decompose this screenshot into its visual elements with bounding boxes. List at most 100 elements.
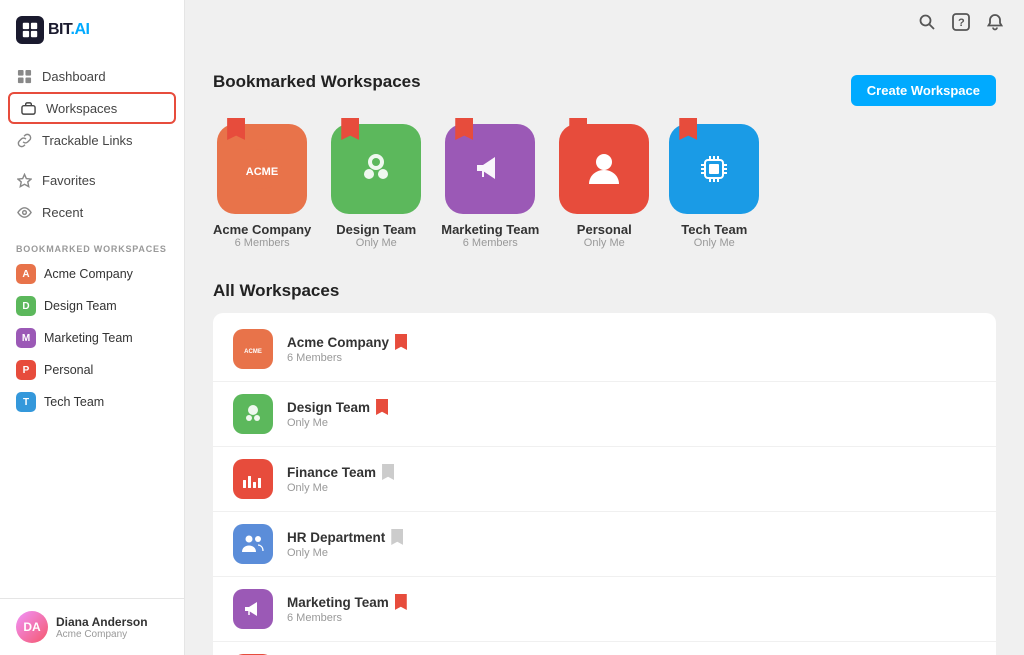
workspace-list-item[interactable]: HR Department Only Me	[213, 512, 996, 577]
workspace-list-item[interactable]: Personal Only Me	[213, 642, 996, 655]
bookmarked-title: Bookmarked Workspaces	[213, 72, 421, 92]
sidebar-workspace-name: Marketing Team	[44, 331, 133, 345]
workspace-list-sub: 6 Members	[287, 352, 976, 364]
workspace-list-item[interactable]: Finance Team Only Me	[213, 447, 996, 512]
bookmark-icon	[679, 118, 697, 140]
sidebar-bookmarks-list: A Acme Company D Design Team M Marketing…	[0, 258, 184, 418]
logo: BIT.AI	[0, 0, 184, 56]
sidebar-workspace-item[interactable]: M Marketing Team	[0, 322, 184, 354]
svg-text:ACME: ACME	[246, 166, 278, 178]
card-sub: 6 Members	[463, 237, 518, 249]
all-workspaces-list: ACME Acme Company 6 Members Design Team …	[213, 313, 996, 655]
workspace-card[interactable]: Marketing Team 6 Members	[441, 124, 539, 249]
bookmark-indicator	[395, 334, 407, 350]
workspace-list-icon: ACME	[233, 329, 273, 369]
bookmarked-header: Bookmarked Workspaces Create Workspace	[213, 72, 996, 108]
bookmark-icon	[227, 118, 245, 140]
workspace-list-sub: Only Me	[287, 417, 976, 429]
workspace-list-icon	[233, 589, 273, 629]
bookmark-icon	[341, 118, 359, 140]
workspace-list-info: Marketing Team 6 Members	[287, 594, 976, 624]
workspace-list-info: HR Department Only Me	[287, 529, 976, 559]
bookmark-indicator	[391, 529, 403, 545]
sidebar-item-trackable-links[interactable]: Trackable Links	[0, 124, 184, 156]
briefcase-icon	[20, 100, 36, 116]
workspace-list-icon	[233, 524, 273, 564]
workspace-list-info: Acme Company 6 Members	[287, 334, 976, 364]
user-info: Diana Anderson Acme Company	[56, 615, 148, 640]
sidebar-navigation: Dashboard Workspaces Trackable Links Fav…	[0, 56, 184, 232]
workspaces-label: Workspaces	[46, 101, 117, 116]
workspace-list-sub: Only Me	[287, 547, 976, 559]
bookmark-indicator	[395, 594, 407, 610]
svg-text:?: ?	[958, 17, 965, 29]
workspace-list-sub: Only Me	[287, 482, 976, 494]
favorites-label: Favorites	[42, 173, 95, 188]
workspace-list-info: Design Team Only Me	[287, 399, 976, 429]
workspace-list-item[interactable]: ACME Acme Company 6 Members	[213, 317, 996, 382]
card-sub: Only Me	[694, 237, 735, 249]
workspace-list-icon	[233, 394, 273, 434]
sidebar-item-recent[interactable]: Recent	[0, 196, 184, 228]
workspace-list-name: HR Department	[287, 530, 385, 545]
workspace-list-name: Marketing Team	[287, 595, 389, 610]
workspace-list-item[interactable]: Marketing Team 6 Members	[213, 577, 996, 642]
sidebar-workspace-item[interactable]: A Acme Company	[0, 258, 184, 290]
workspace-card[interactable]: Personal Only Me	[559, 124, 649, 249]
sidebar: BIT.AI Dashboard Workspaces Trackable Li…	[0, 0, 185, 655]
card-sub: 6 Members	[235, 237, 290, 249]
workspace-list-info: Finance Team Only Me	[287, 464, 976, 494]
bell-icon[interactable]	[986, 13, 1004, 36]
workspace-list-item[interactable]: Design Team Only Me	[213, 382, 996, 447]
sidebar-workspace-item[interactable]: T Tech Team	[0, 386, 184, 418]
sidebar-workspace-name: Tech Team	[44, 395, 104, 409]
recent-label: Recent	[42, 205, 83, 220]
workspace-list-name: Finance Team	[287, 465, 376, 480]
user-company: Acme Company	[56, 629, 148, 640]
top-bar: ?	[185, 0, 1024, 48]
card-name: Personal	[577, 222, 632, 237]
bookmark-indicator	[382, 464, 394, 480]
workspace-card[interactable]: ACME Acme Company 6 Members	[213, 124, 311, 249]
sidebar-footer: DA Diana Anderson Acme Company	[0, 598, 184, 655]
logo-icon	[16, 16, 44, 44]
svg-text:ACME: ACME	[244, 349, 262, 355]
bookmark-indicator	[376, 399, 388, 415]
bookmark-icon	[569, 118, 587, 140]
sidebar-item-dashboard[interactable]: Dashboard	[0, 60, 184, 92]
card-name: Acme Company	[213, 222, 311, 237]
bookmarked-section-label: BOOKMARKED WORKSPACES	[0, 232, 184, 258]
star-icon	[16, 172, 32, 188]
grid-icon	[16, 68, 32, 84]
card-name: Marketing Team	[441, 222, 539, 237]
workspace-card[interactable]: Tech Team Only Me	[669, 124, 759, 249]
sidebar-workspace-name: Personal	[44, 363, 93, 377]
eye-icon	[16, 204, 32, 220]
card-sub: Only Me	[356, 237, 397, 249]
workspace-cards: ACME Acme Company 6 Members Design Team …	[213, 124, 996, 249]
trackable-links-label: Trackable Links	[42, 133, 133, 148]
dashboard-label: Dashboard	[42, 69, 106, 84]
sidebar-workspace-item[interactable]: D Design Team	[0, 290, 184, 322]
workspace-list-sub: 6 Members	[287, 612, 976, 624]
sidebar-workspace-name: Acme Company	[44, 267, 133, 281]
all-workspaces-title: All Workspaces	[213, 281, 996, 301]
logo-text: BIT.AI	[48, 21, 89, 39]
main-content: Bookmarked Workspaces Create Workspace A…	[185, 48, 1024, 655]
workspace-card[interactable]: Design Team Only Me	[331, 124, 421, 249]
user-avatar: DA	[16, 611, 48, 643]
search-icon[interactable]	[918, 13, 936, 36]
create-workspace-button[interactable]: Create Workspace	[851, 75, 996, 106]
card-name: Design Team	[336, 222, 416, 237]
workspace-list-icon	[233, 459, 273, 499]
sidebar-workspace-item[interactable]: P Personal	[0, 354, 184, 386]
bookmark-icon	[455, 118, 473, 140]
sidebar-workspace-name: Design Team	[44, 299, 117, 313]
workspace-list-name: Acme Company	[287, 335, 389, 350]
link-icon	[16, 132, 32, 148]
sidebar-item-workspaces[interactable]: Workspaces	[8, 92, 176, 124]
help-icon[interactable]: ?	[952, 13, 970, 36]
card-sub: Only Me	[584, 237, 625, 249]
sidebar-item-favorites[interactable]: Favorites	[0, 164, 184, 196]
card-name: Tech Team	[681, 222, 747, 237]
